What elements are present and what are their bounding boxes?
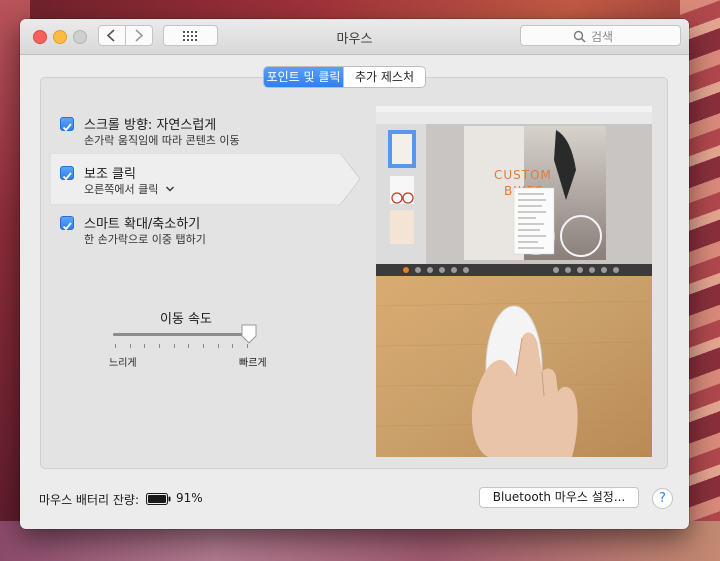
magnifier-icon xyxy=(573,30,586,43)
gesture-preview: CUSTOM BIKES xyxy=(376,106,652,457)
battery-label: 마우스 배터리 잔량: xyxy=(39,493,139,507)
slider-tick xyxy=(188,344,190,348)
battery-value: 91% xyxy=(176,491,203,505)
option-subtitle: 오른쪽에서 클릭 xyxy=(84,183,159,196)
preview-heading-line1: CUSTOM xyxy=(494,168,552,182)
slider-tick xyxy=(159,344,160,348)
preview-illustration: CUSTOM BIKES xyxy=(376,106,652,457)
option-subtitle: 손가락 움직임에 따라 콘텐츠 이동 xyxy=(84,134,240,147)
slider-tick xyxy=(144,344,146,348)
search-placeholder: 검색 xyxy=(591,30,614,44)
battery-icon xyxy=(146,493,171,505)
checkmark-icon xyxy=(62,123,72,132)
slider-tick xyxy=(203,344,204,348)
tracking-speed-knob[interactable] xyxy=(240,324,258,344)
search-field[interactable]: 검색 xyxy=(520,25,681,46)
tracking-speed-label: 이동 속도 xyxy=(160,312,212,327)
mouse-preferences-window: 마우스 검색 포인트 및 클릭 추가 제스처 스크롤 방향: 자연스럽게 손가락… xyxy=(20,19,689,529)
slider-tick xyxy=(173,344,175,348)
checkmark-icon xyxy=(62,172,72,181)
titlebar: 마우스 검색 xyxy=(20,19,689,55)
bluetooth-mouse-setup-button[interactable]: Bluetooth 마우스 설정... xyxy=(479,487,639,508)
option-title: 스마트 확대/축소하기 xyxy=(84,217,201,232)
help-button[interactable]: ? xyxy=(652,488,673,509)
slider-max-label: 빠르게 xyxy=(239,358,267,369)
slider-tick xyxy=(115,344,116,348)
slider-tick xyxy=(129,344,131,348)
slider-tick xyxy=(217,344,219,348)
tab-point-and-click[interactable]: 포인트 및 클릭 xyxy=(264,67,343,87)
smart-zoom-checkbox[interactable] xyxy=(60,216,74,231)
option-subtitle: 한 손가락으로 이중 탭하기 xyxy=(84,233,206,246)
slider-tick xyxy=(232,344,234,348)
slider-tick xyxy=(247,344,248,348)
chevron-down-icon xyxy=(165,186,174,192)
option-title: 보조 클릭 xyxy=(84,167,136,182)
secondary-click-popup[interactable]: 오른쪽에서 클릭 xyxy=(84,181,175,197)
tab-more-gestures[interactable]: 추가 제스처 xyxy=(343,67,425,87)
secondary-click-checkbox[interactable] xyxy=(60,166,74,181)
scroll-direction-checkbox[interactable] xyxy=(60,117,74,132)
slider-min-label: 느리게 xyxy=(109,358,137,369)
option-title: 스크롤 방향: 자연스럽게 xyxy=(84,118,217,133)
checkmark-icon xyxy=(62,222,72,231)
tracking-speed-fill xyxy=(113,333,249,336)
tab-bar: 포인트 및 클릭 추가 제스처 xyxy=(264,67,425,87)
